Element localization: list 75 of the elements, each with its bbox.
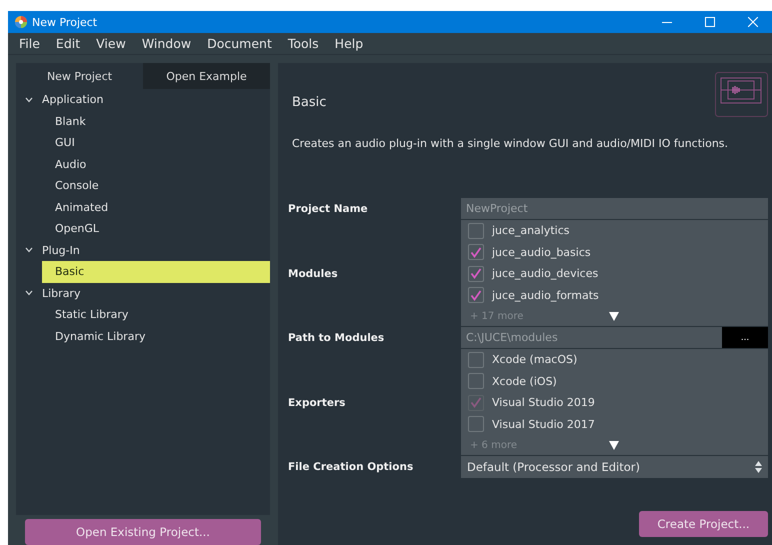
tree-item[interactable]: Console: [42, 175, 270, 196]
up-down-arrows-icon: [755, 461, 762, 473]
more-label: + 17 more: [470, 310, 524, 322]
checklist-item[interactable]: juce_analytics: [461, 220, 768, 242]
tree-item[interactable]: Application: [16, 89, 270, 110]
field-label: Exporters: [288, 396, 346, 410]
project-name-field[interactable]: NewProject: [461, 198, 768, 219]
open-existing-button[interactable]: Open Existing Project...: [25, 519, 261, 545]
window-title: New Project: [32, 16, 98, 28]
checklist-label: juce_audio_basics: [492, 246, 591, 259]
tree-item[interactable]: Blank: [42, 110, 270, 132]
menu-item[interactable]: Window: [134, 36, 200, 51]
checkmark-icon: [470, 268, 482, 280]
path-field[interactable]: C:\JUCE\modules: [461, 327, 722, 348]
checklist-label: Visual Studio 2019: [492, 396, 595, 410]
checklist-item[interactable]: juce_audio_basics: [461, 242, 768, 263]
checkbox[interactable]: [468, 352, 484, 368]
chevron-icon[interactable]: [25, 290, 33, 296]
template-title: Basic: [292, 95, 326, 110]
tab[interactable]: Open Example: [143, 63, 270, 89]
dropdown-arrow-icon[interactable]: [609, 441, 619, 450]
template-description: Creates an audio plug-in with a single window GUI and audio/MIDI IO functions.: [292, 137, 730, 150]
plugin-icon: [715, 72, 768, 117]
tree-item[interactable]: Static Library: [42, 304, 270, 326]
checkbox[interactable]: [468, 373, 484, 390]
menu-item[interactable]: Help: [326, 36, 372, 51]
field-label: Modules: [288, 266, 339, 282]
menu-item[interactable]: Edit: [48, 36, 88, 51]
tree-label: Plug-In: [42, 244, 80, 257]
tree-item[interactable]: Audio: [42, 154, 270, 175]
checkmark-icon: [470, 397, 482, 408]
menu-item[interactable]: Document: [199, 36, 280, 51]
tree-item[interactable]: Basic: [42, 261, 270, 282]
checkmark-icon: [470, 246, 482, 258]
checkmark-icon: [470, 290, 482, 301]
checklist-label: Xcode (macOS): [492, 353, 578, 366]
menu-item[interactable]: Tools: [280, 36, 327, 51]
checklist-item[interactable]: juce_audio_devices: [461, 263, 768, 284]
checklist-label: Xcode (iOS): [492, 374, 557, 388]
checkbox[interactable]: [468, 416, 484, 432]
options-dropdown[interactable]: Default (Processor and Editor): [461, 456, 768, 478]
checklist-label: juce_analytics: [492, 224, 570, 238]
tree-item[interactable]: GUI: [42, 132, 270, 154]
checkbox[interactable]: [468, 287, 484, 304]
tree-item[interactable]: Library: [16, 282, 270, 304]
maximize-icon: [705, 17, 715, 27]
field-label: Project Name: [288, 202, 369, 217]
tree-item[interactable]: Plug-In: [16, 240, 270, 261]
app-logo-icon: [15, 16, 27, 28]
checklist-label: Visual Studio 2017: [492, 418, 595, 431]
more-label: + 6 more: [470, 440, 518, 450]
tree-label: Library: [42, 286, 80, 300]
checklist-label: juce_audio_formats: [492, 288, 599, 302]
dropdown-arrow-icon[interactable]: [609, 312, 619, 321]
field-label: File Creation Options: [288, 460, 414, 475]
tree-item[interactable]: OpenGL: [42, 218, 270, 240]
checkbox[interactable]: [468, 244, 484, 260]
checklist-item[interactable]: juce_audio_formats: [461, 284, 768, 306]
checklist-item[interactable]: Xcode (iOS): [461, 370, 768, 392]
checklist-item[interactable]: Visual Studio 2017: [461, 414, 768, 435]
close-icon: [748, 17, 758, 27]
menu-item[interactable]: File: [11, 36, 48, 51]
chevron-icon[interactable]: [25, 96, 33, 103]
checkbox[interactable]: [468, 266, 484, 282]
checkbox[interactable]: [468, 222, 484, 239]
tree-label: Application: [42, 93, 104, 106]
create-project-button[interactable]: Create Project...: [639, 511, 768, 537]
menu-item[interactable]: View: [88, 36, 134, 51]
checklist-label: juce_audio_devices: [492, 267, 598, 280]
tree-item[interactable]: Dynamic Library: [42, 326, 270, 347]
chevron-icon[interactable]: [25, 247, 33, 254]
checklist-item[interactable]: Xcode (macOS): [461, 349, 768, 370]
tree-item[interactable]: Animated: [42, 196, 270, 218]
browse-button[interactable]: ...: [722, 327, 768, 348]
field-label: Path to Modules: [288, 331, 386, 346]
